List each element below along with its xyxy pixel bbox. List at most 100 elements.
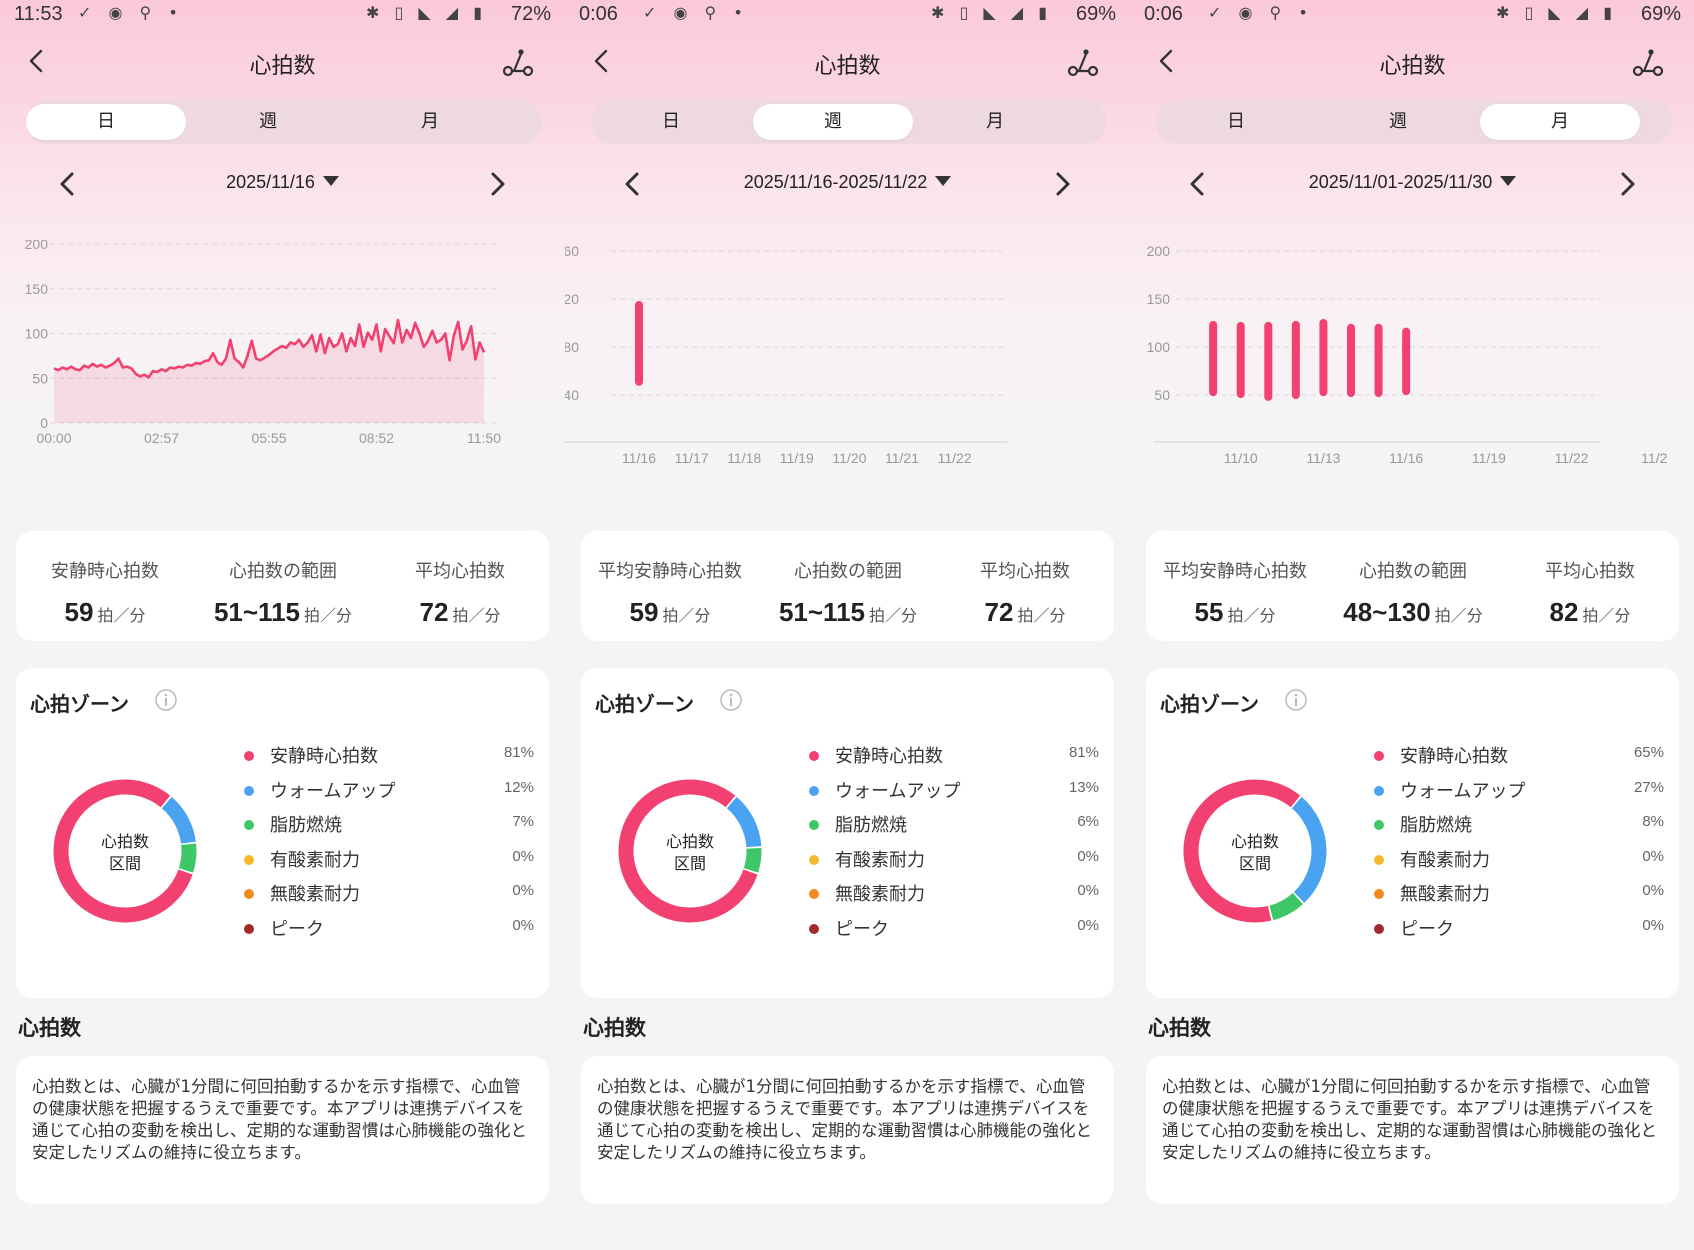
x-tick-label: 11/16 [622,450,656,466]
legend-dot [809,751,819,761]
tab-week[interactable]: 週 [753,104,913,140]
legend-dot [244,785,254,796]
legend-item: 無酸素耐力 0% [809,880,1099,915]
legend-name: 脂肪燃焼 [270,815,342,836]
date-picker[interactable]: 2025/11/01-2025/11/30 [1130,172,1694,193]
tab-week[interactable]: 週 [1318,104,1478,140]
legend-item: ピーク 0% [1374,915,1664,950]
donut-center-label: 区間 [1239,854,1271,873]
status-bar: 0:06 ✓ ◉ ⚲ • ✱ ▯ ◣ ◢ ▮ 69% [1130,0,1694,30]
tab-month[interactable]: 月 [350,104,510,140]
y-tick-label: 100 [25,326,49,342]
stat-unit: 拍／分 [1434,606,1483,625]
donut-segment [1291,796,1327,903]
date-selector: 2025/11/16-2025/11/22 [565,166,1130,202]
stat-label: 平均心拍数 [980,561,1070,582]
zone-title: 心拍ゾーン [595,692,694,716]
nav-bar: 心拍数 [565,40,1130,84]
legend-item: 無酸素耐力 0% [1374,880,1664,915]
tab-week[interactable]: 週 [188,104,348,140]
donut-segment [161,796,196,844]
zone-title: 心拍ゾーン [30,692,129,716]
screen-0: 11:53 ✓ ◉ ⚲ • ✱ ▯ ◣ ◢ ▮ 72% 心拍数 日週月 2025… [0,0,565,1250]
info-icon[interactable] [154,688,178,712]
y-tick-label: 150 [25,281,49,297]
legend-item: 脂肪燃焼 8% [1374,811,1664,846]
stat-label: 心拍数の範囲 [794,561,902,582]
legend-name: ウォームアップ [270,780,396,802]
info-icon[interactable] [719,688,743,712]
legend-pct: 0% [1077,916,1099,934]
share-icon[interactable] [501,46,535,78]
legend-item: 有酸素耐力 0% [244,846,534,881]
status-bar: 11:53 ✓ ◉ ⚲ • ✱ ▯ ◣ ◢ ▮ 72% [0,0,565,30]
chevron-right-icon[interactable] [1048,170,1076,198]
stat-0: 平均安静時心拍数 59 拍／分 [581,557,759,628]
summary-card: 平均安静時心拍数 55 拍／分 心拍数の範囲 48~130 拍／分 平均心拍数 82… [1146,531,1679,641]
heart-rate-chart: 40 80 120 160 11/16 11/17 11/18 11/19 11/20 11/21… [565,243,1007,466]
zone-donut: 心拍数区間 [53,779,197,923]
tab-day[interactable]: 日 [591,104,751,140]
share-icon[interactable] [1631,46,1665,78]
stat-number: 55 [1194,597,1224,627]
info-icon[interactable] [1284,688,1308,712]
zone-donut: 心拍数区間 [1183,779,1327,923]
legend-dot [1374,854,1384,865]
stat-label: 平均安静時心拍数 [1163,561,1307,582]
y-tick-label: 200 [25,240,49,252]
x-tick-label: 11:50 [467,430,501,446]
legend-name: 脂肪燃焼 [1400,815,1472,836]
stat-number: 48~130 [1343,597,1431,627]
zone-legend: 安静時心拍数 81% ウォームアップ 13% 脂肪燃焼 6% 有酸素耐力 0% … [809,742,1099,949]
nav-bar: 心拍数 [0,40,565,84]
stat-value: 55 拍／分 [1146,597,1324,628]
donut-center-label: 心拍数 [1231,832,1279,851]
stat-number: 59 [64,597,94,627]
share-icon[interactable] [1066,46,1100,78]
legend-dot [1374,923,1384,934]
y-tick-label: 50 [32,370,48,386]
zone-card: 心拍ゾーン 心拍数 区間 安静時心拍数 81% ウォームアップ 12% 脂肪燃焼 … [16,668,549,998]
stat-value: 51~115 拍／分 [759,597,937,628]
date-picker[interactable]: 2025/11/16-2025/11/22 [565,172,1130,193]
legend-item: 脂肪燃焼 6% [809,811,1099,846]
legend-pct: 81% [503,744,534,761]
x-tick-label: 11/19 [1472,450,1506,466]
chevron-right-icon[interactable] [1613,170,1641,198]
status-time: 0:06 [579,3,618,25]
stat-0: 安静時心拍数 59 拍／分 [16,557,194,628]
legend-pct: 0% [1077,882,1099,899]
heart-rate-chart: 0 50 100 150 200 00:00 02:57 05:55 08:52 11:50 [25,240,502,446]
tab-day[interactable]: 日 [26,104,186,140]
stat-2: 平均心拍数 82 拍／分 [1501,557,1679,628]
y-tick-label: 50 [1154,387,1170,403]
chevron-right-icon[interactable] [483,170,511,198]
tab-month[interactable]: 月 [1480,104,1640,140]
y-tick-label: 0 [40,415,48,431]
tab-day[interactable]: 日 [1156,104,1316,140]
app-root: 11:53 ✓ ◉ ⚲ • ✱ ▯ ◣ ◢ ▮ 72% 心拍数 日週月 2025… [0,0,1694,1250]
legend-item: ピーク 0% [809,915,1099,950]
y-tick-label: 200 [1147,243,1171,259]
legend-item: 安静時心拍数 65% [1374,742,1664,777]
legend-name: 有酸素耐力 [1400,849,1490,871]
screen-1: 0:06 ✓ ◉ ⚲ • ✱ ▯ ◣ ◢ ▮ 69% 心拍数 日週月 2025/… [565,0,1130,1250]
stat-label: 平均心拍数 [415,561,505,582]
donut-center-label: 心拍数 [666,832,714,851]
period-tabs: 日週月 [26,100,542,144]
donut-segment [726,796,762,848]
date-text: 2025/11/01-2025/11/30 [1308,172,1493,192]
status-time: 0:06 [1144,3,1183,25]
legend-name: ピーク [1400,918,1454,940]
stat-label: 心拍数の範囲 [1359,561,1467,582]
stat-number: 72 [984,597,1014,627]
system-icons: ✱ ▯ ◣ ◢ ▮ [931,3,1052,22]
nav-bar: 心拍数 [1130,40,1694,84]
stat-value: 48~130 拍／分 [1324,597,1502,628]
date-picker[interactable]: 2025/11/16 [0,172,565,193]
section-title: 心拍数 [18,1016,81,1040]
tab-month[interactable]: 月 [915,104,1075,140]
section-title: 心拍数 [583,1016,646,1040]
system-icons: ✱ ▯ ◣ ◢ ▮ [366,3,487,22]
stat-1: 心拍数の範囲 51~115 拍／分 [194,557,372,628]
